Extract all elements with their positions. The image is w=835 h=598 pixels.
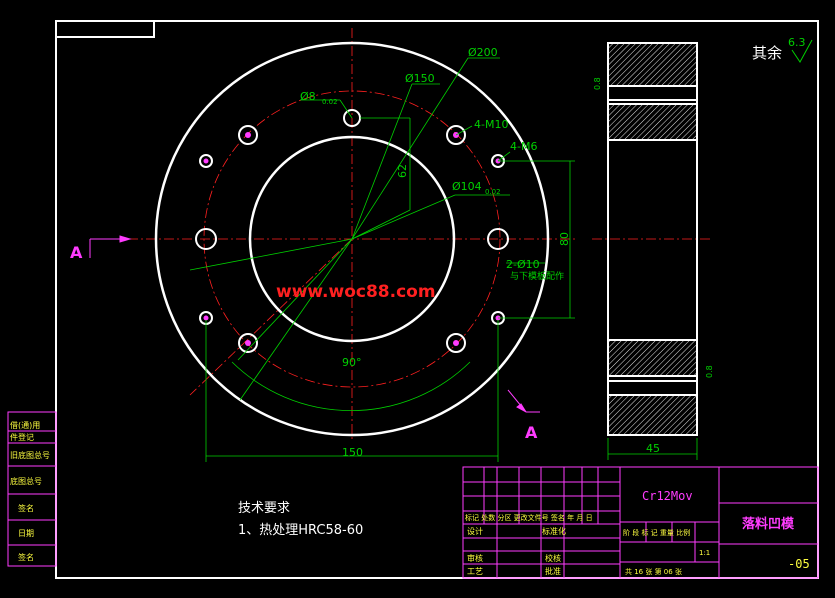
- dim-d8: Ø8: [300, 90, 316, 103]
- tb-approve: 批准: [545, 566, 561, 576]
- tb-rev-header: 标记 处数 分区 更改文件号 签名 年 月 日: [465, 513, 593, 522]
- tb-material: Cr12Mov: [642, 489, 693, 503]
- strip-label-3: 旧底图总号: [10, 450, 50, 460]
- tb-scale: 1:1: [699, 549, 710, 557]
- dim-d104: Ø104: [452, 180, 482, 193]
- dim-d200: Ø200: [468, 46, 498, 59]
- tb-craft: 工艺: [467, 567, 483, 576]
- strip-label-7: 签名: [18, 552, 34, 562]
- notes-title: 技术要求: [238, 501, 290, 516]
- drawing-frame: [55, 20, 819, 579]
- tb-design: 设计: [467, 526, 483, 536]
- tb-check: 审核: [467, 553, 483, 563]
- dim-150: 150: [342, 446, 363, 459]
- surface-finish-prefix: 其余: [752, 44, 782, 62]
- watermark: www.woc88.com: [276, 282, 436, 302]
- tb-std: 标准化: [542, 526, 566, 536]
- strip-label-1: 借(通)用: [10, 420, 40, 430]
- dim-08-bot: 0.8: [705, 365, 714, 378]
- dim-d104-tol: 0.02: [485, 188, 501, 196]
- tb-verify: 校核: [545, 553, 561, 563]
- tb-stage-header: 阶 段 标 记 重量 比例: [623, 528, 690, 537]
- dim-d10: 2-Ø10: [506, 258, 540, 271]
- surface-finish-value: 6.3: [788, 36, 806, 49]
- strip-label-4: 底图总号: [10, 476, 42, 486]
- dim-08-top: 0.8: [593, 77, 602, 90]
- tb-part-name: 落料凹模: [742, 516, 795, 532]
- dim-m6: 4-M6: [510, 140, 537, 153]
- section-marker-right: A: [525, 423, 538, 442]
- notes-item-1: 1、热处理HRC58-60: [238, 523, 363, 538]
- strip-label-6: 日期: [18, 529, 34, 538]
- tb-sheets: 共 16 张 第 06 张: [625, 567, 682, 576]
- dim-d150: Ø150: [405, 72, 435, 85]
- dim-80: 80: [558, 232, 571, 246]
- dim-m10: 4-M10: [474, 118, 508, 131]
- dim-62: 62: [396, 164, 409, 178]
- dim-45: 45: [646, 442, 660, 455]
- tb-drawing-no: -05: [788, 557, 810, 571]
- dim-d8-tol: 0.02: [322, 98, 338, 106]
- strip-label-2: 件登记: [10, 432, 34, 442]
- dim-angle: 90°: [342, 356, 362, 369]
- cad-drawing: 借(通)用 件登记 旧底图总号 底图总号 签名 日期 签名 A A Ø200 Ø…: [7, 20, 819, 579]
- section-marker-left: A: [70, 243, 83, 262]
- dim-d10-note: 与下模板配作: [510, 270, 564, 282]
- strip-label-5: 签名: [18, 503, 34, 513]
- corner-box: [55, 20, 155, 38]
